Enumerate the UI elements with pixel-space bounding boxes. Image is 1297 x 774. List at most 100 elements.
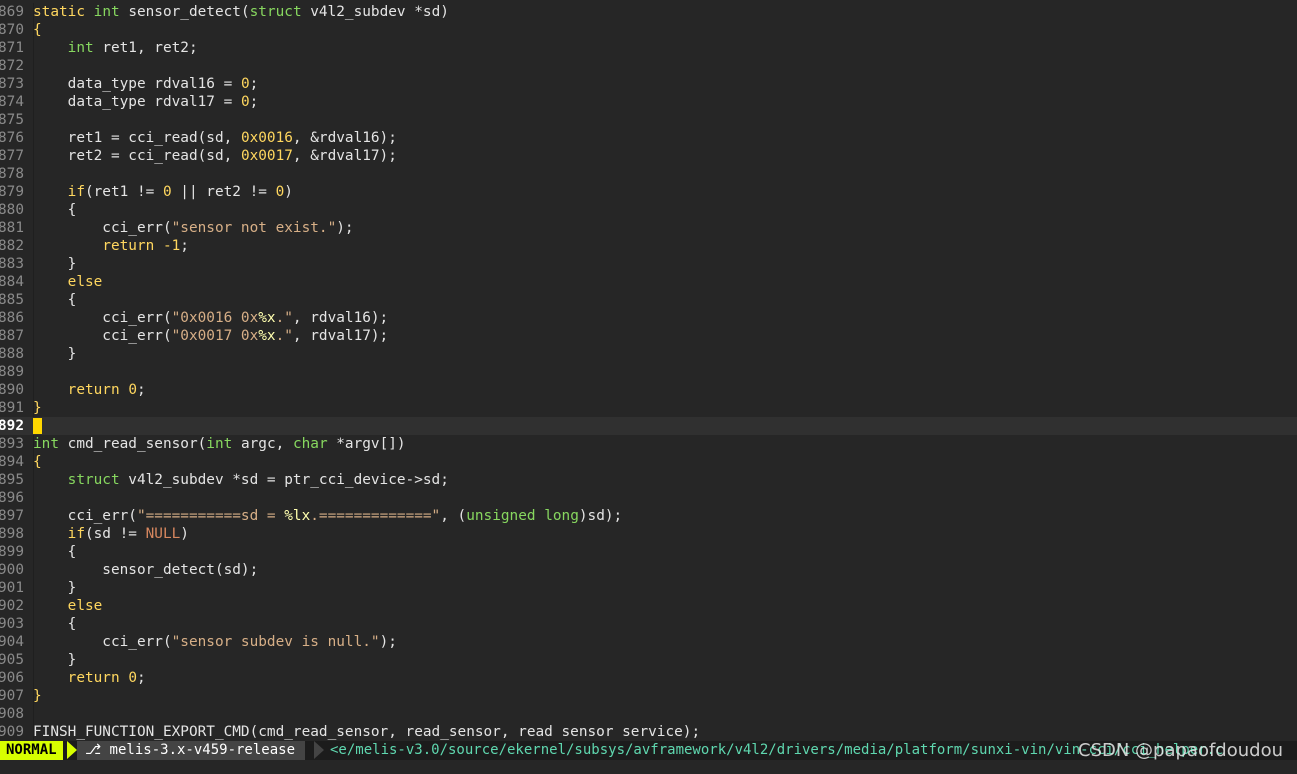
line-number: 897	[0, 508, 24, 524]
line-number: 904	[0, 634, 24, 650]
code-line[interactable]: 897 cci_err("===========sd = %lx.=======…	[0, 507, 1297, 525]
code-token-plain: argc,	[232, 436, 293, 452]
code-text: struct v4l2_subdev *sd = ptr_cci_device-…	[33, 471, 449, 489]
code-line[interactable]: 895 struct v4l2_subdev *sd = ptr_cci_dev…	[0, 471, 1297, 489]
code-token-keyword: return	[102, 238, 155, 254]
code-line[interactable]: 888 }	[0, 345, 1297, 363]
code-line[interactable]: 879 if(ret1 != 0 || ret2 != 0)	[0, 183, 1297, 201]
code-token-plain: }	[33, 256, 77, 272]
code-token-plain: ret1, ret2;	[93, 40, 198, 56]
code-line[interactable]: 901 }	[0, 579, 1297, 597]
code-text: cci_err("sensor subdev is null.");	[33, 633, 397, 651]
code-line[interactable]: 899 {	[0, 543, 1297, 561]
code-token-keyword: static	[33, 4, 85, 20]
code-token-plain: cci_err(	[33, 220, 172, 236]
line-number: 901	[0, 580, 24, 596]
code-text: {	[33, 543, 77, 561]
code-line[interactable]: 878	[0, 165, 1297, 183]
code-token-keyword: if	[67, 184, 85, 200]
line-number: 894	[0, 454, 24, 470]
code-text: cci_err("===========sd = %lx.===========…	[33, 507, 623, 525]
mode-indicator: NORMAL	[0, 741, 63, 760]
code-token-type: unsigned	[466, 508, 536, 524]
code-text: static int sensor_detect(struct v4l2_sub…	[33, 3, 449, 21]
code-line[interactable]: 909 FINSH_FUNCTION_EXPORT_CMD(cmd_read_se…	[0, 723, 1297, 741]
line-number: 908	[0, 706, 24, 722]
code-text: {	[33, 21, 42, 39]
code-token-brace: }	[33, 688, 42, 704]
code-token-string: ."	[275, 328, 293, 344]
text-cursor	[33, 418, 42, 434]
code-line[interactable]: 890 return 0;	[0, 381, 1297, 399]
code-line[interactable]: 891}	[0, 399, 1297, 417]
code-line[interactable]: 898 if(sd != NULL)	[0, 525, 1297, 543]
code-editor[interactable]: 869 static int sensor_detect(struct v4l2_…	[0, 3, 1297, 741]
line-number: 889	[0, 364, 24, 380]
code-line[interactable]: 874 data_type rdval17 = 0;	[0, 93, 1297, 111]
code-line[interactable]: 894 {	[0, 453, 1297, 471]
code-token-string: "===========sd =	[136, 508, 285, 524]
code-token-plain: , rdval17);	[292, 328, 389, 344]
code-line[interactable]: 881 cci_err("sensor not exist.");	[0, 219, 1297, 237]
code-token-plain: || ret2 !=	[171, 184, 276, 200]
line-number: 890	[0, 382, 24, 398]
code-token-plain: sensor_detect(	[119, 4, 250, 20]
code-line[interactable]: 885 {	[0, 291, 1297, 309]
command-line[interactable]	[0, 760, 1297, 774]
line-number: 885	[0, 292, 24, 308]
code-token-number: 0	[240, 76, 250, 92]
code-text: }	[33, 579, 77, 597]
code-line[interactable]: 883 }	[0, 255, 1297, 273]
code-text: }	[33, 651, 77, 669]
code-line[interactable]: 887 cci_err("0x0017 0x%x.", rdval17);	[0, 327, 1297, 345]
code-token-plain: , rdval16);	[292, 310, 389, 326]
code-token-number: 0x0017	[240, 148, 293, 164]
code-token-plain: }	[33, 580, 77, 596]
code-token-plain: {	[33, 202, 77, 218]
code-token-plain: )	[284, 184, 293, 200]
code-line[interactable]: 875	[0, 111, 1297, 129]
code-line[interactable]: 877 ret2 = cci_read(sd, 0x0017, &rdval17…	[0, 147, 1297, 165]
code-line[interactable]: 886 cci_err("0x0016 0x%x.", rdval16);	[0, 309, 1297, 327]
code-line[interactable]: 907}	[0, 687, 1297, 705]
code-line[interactable]: 903 {	[0, 615, 1297, 633]
code-line[interactable]: 892	[0, 417, 1297, 435]
code-token-string: "sensor not exist."	[171, 220, 337, 236]
code-line[interactable]: 871 int ret1, ret2;	[0, 39, 1297, 57]
code-line[interactable]: 902 else	[0, 597, 1297, 615]
code-token-plain: )sd);	[578, 508, 623, 524]
code-line[interactable]: 876 ret1 = cci_read(sd, 0x0016, &rdval16…	[0, 129, 1297, 147]
code-line[interactable]: 872	[0, 57, 1297, 75]
line-number: 870	[0, 22, 24, 38]
code-line[interactable]: 869 static int sensor_detect(struct v4l2_…	[0, 3, 1297, 21]
code-token-number: 0x0016	[240, 130, 293, 146]
code-text: sensor_detect(sd);	[33, 561, 258, 579]
code-text: }	[33, 687, 42, 705]
code-line[interactable]: 905 }	[0, 651, 1297, 669]
code-lines: 869 static int sensor_detect(struct v4l2_…	[0, 3, 1297, 741]
line-number: 903	[0, 616, 24, 632]
code-line[interactable]: 873 data_type rdval16 = 0;	[0, 75, 1297, 93]
code-line[interactable]: 884 else	[0, 273, 1297, 291]
code-line[interactable]: 889	[0, 363, 1297, 381]
code-text: {	[33, 453, 42, 471]
code-line[interactable]: 900 sensor_detect(sd);	[0, 561, 1297, 579]
code-line[interactable]: 880 {	[0, 201, 1297, 219]
code-token-plain: (ret1 !=	[84, 184, 163, 200]
code-token-plain: cci_err(	[33, 508, 137, 524]
code-line[interactable]: 896	[0, 489, 1297, 507]
line-number: 877	[0, 148, 24, 164]
code-line[interactable]: 882 return -1;	[0, 237, 1297, 255]
line-number: 898	[0, 526, 24, 542]
code-text: data_type rdval16 = 0;	[33, 75, 259, 93]
code-line[interactable]: 893 int cmd_read_sensor(int argc, char *a…	[0, 435, 1297, 453]
line-number: 886	[0, 310, 24, 326]
code-line[interactable]: 908	[0, 705, 1297, 723]
code-line[interactable]: 906 return 0;	[0, 669, 1297, 687]
status-line: NORMAL ⎇ melis-3.x-v459-release <e/melis…	[0, 741, 1297, 760]
code-line[interactable]: 870 {	[0, 21, 1297, 39]
code-line[interactable]: 904 cci_err("sensor subdev is null.");	[0, 633, 1297, 651]
